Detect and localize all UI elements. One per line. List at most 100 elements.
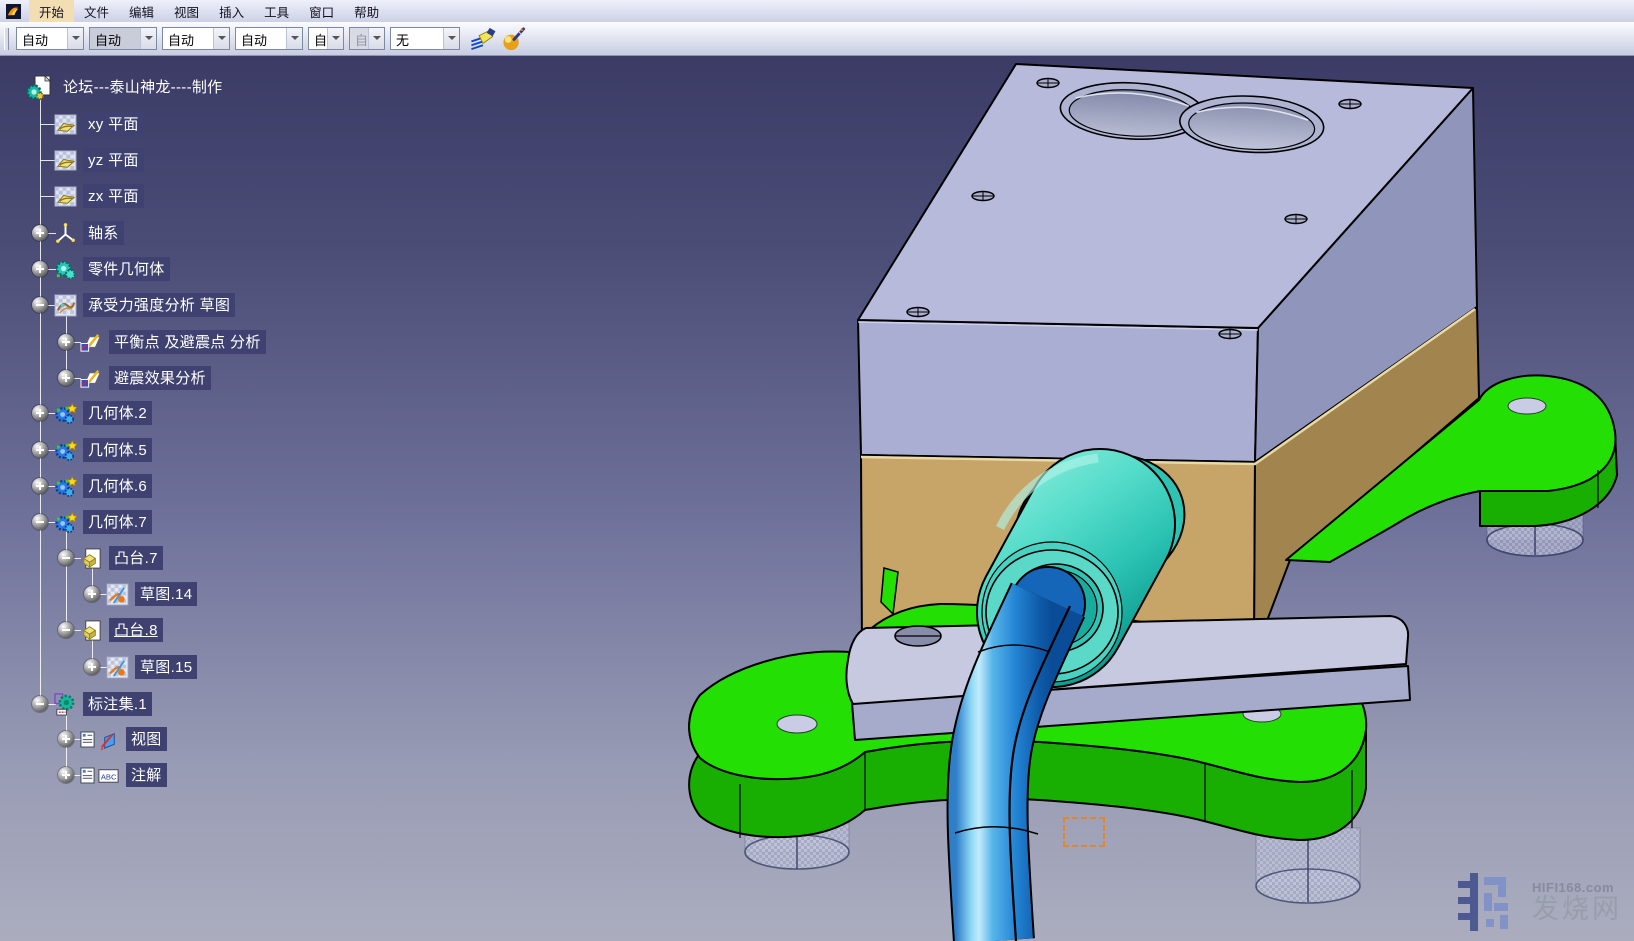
sketch-icon [106,583,129,606]
tree-item-label: 零件几何体 [83,257,170,281]
menu-start[interactable]: 开始 [29,0,74,23]
menu-window[interactable]: 窗口 [299,0,344,23]
tree-item-xy-plane[interactable]: xy 平面 [0,111,144,137]
tree-item-analysis-sketch[interactable]: 承受力强度分析 草图 [0,292,235,318]
chevron-down-icon[interactable] [140,28,156,49]
tree-item-label: xy 平面 [83,112,144,136]
chevron-down-icon[interactable] [286,28,302,49]
tree-item-label: 视图 [126,727,167,751]
part-icon [26,74,52,100]
tree-item-axis-system[interactable]: 轴系 [0,220,124,246]
app-icon[interactable] [6,4,21,19]
3d-viewport[interactable]: 论坛---泰山神龙----制作 xy 平面 [0,55,1634,941]
watermark-site: HIFI168.com [1532,881,1622,894]
axis-icon [54,222,77,245]
specification-tree: 论坛---泰山神龙----制作 xy 平面 [0,55,420,941]
tree-item-body5[interactable]: 几何体.5 [0,437,152,463]
menu-insert[interactable]: 插入 [209,0,254,23]
combo-value: 自动 [90,28,140,49]
list-icon [80,731,95,748]
body-icon [54,439,77,462]
tree-item-label: 凸台.8 [109,618,163,642]
line-type-combo[interactable]: 自动 [235,27,303,50]
tree-item-root[interactable]: 论坛---泰山神龙----制作 [0,74,227,100]
chevron-down-icon [368,28,384,49]
tree-item-zx-plane[interactable]: zx 平面 [0,183,144,209]
tree-item-annotation-set[interactable]: 标注集.1 [0,691,152,717]
line-weight-combo[interactable]: 自动 [308,27,344,50]
svg-text:ABC: ABC [101,772,117,781]
tree-item-body7[interactable]: 几何体.7 [0,509,152,535]
opacity-combo[interactable]: 自动 [89,27,157,50]
tree-item-body2[interactable]: 几何体.2 [0,400,152,426]
tree-item-yz-plane[interactable]: yz 平面 [0,147,144,173]
body-icon [54,402,77,425]
menu-bar: 开始 文件 编辑 视图 插入 工具 窗口 帮助 [0,0,1634,23]
tree-item-partbody[interactable]: 零件几何体 [0,256,170,282]
tree-item-label: 论坛---泰山神龙----制作 [58,75,227,99]
combo-value: 自动 [17,28,67,49]
graphic-properties-toolbar: 自动 自动 自动 自动 自动 自动 无 [0,22,1634,56]
catia-window: 开始 文件 编辑 视图 插入 工具 窗口 帮助 自动 自动 自动 自动 自动 [0,0,1634,941]
plane-icon [54,185,77,208]
box-front-face [858,320,1258,462]
tree-item-damping-analysis[interactable]: 避震效果分析 [0,365,211,391]
tree-item-label: 注解 [126,763,167,787]
combo-value: 自动 [163,28,213,49]
tree-item-sketch15[interactable]: 草图.15 [0,654,197,680]
notes-icon: ABC [97,764,120,787]
chevron-down-icon[interactable] [213,28,229,49]
tree-item-label: 平衡点 及避震点 分析 [109,330,266,354]
tree-item-label: 凸台.7 [109,546,163,570]
tree-item-pad7[interactable]: 凸台.7 [0,545,163,571]
menu-tools[interactable]: 工具 [254,0,299,23]
views-icon [97,728,120,751]
tree-item-pad8[interactable]: 凸台.8 [0,617,163,643]
part-geometry-icon [54,258,77,281]
tree-item-label: 避震效果分析 [109,366,211,390]
tree-item-label: 几何体.2 [83,401,152,425]
rendering-style-combo[interactable]: 无 [390,27,460,50]
sketch-pen-icon [80,367,103,390]
line-color-combo[interactable]: 自动 [162,27,230,50]
chevron-down-icon[interactable] [67,28,83,49]
menu-edit[interactable]: 编辑 [119,0,164,23]
menu-file[interactable]: 文件 [74,0,119,23]
selection-marquee [1063,817,1105,847]
tree-item-views[interactable]: 视图 [0,726,167,752]
plane-icon [54,149,77,172]
combo-value: 自动 [236,28,286,49]
tree-item-label: 草图.15 [135,655,197,679]
hifi168-logo-icon [1458,873,1524,931]
paintbrush-icon[interactable] [469,26,496,52]
tree-item-notes[interactable]: ABC 注解 [0,762,167,788]
body-icon [54,511,77,534]
menu-help[interactable]: 帮助 [344,0,389,23]
tree-item-label: yz 平面 [83,148,144,172]
chevron-down-icon[interactable] [443,28,459,49]
tree-item-label: zx 平面 [83,184,144,208]
combo-value: 自动 [350,28,368,49]
sketch-pen-icon [80,331,103,354]
tree-item-label: 承受力强度分析 草图 [83,293,235,317]
fill-color-combo[interactable]: 自动 [16,27,84,50]
watermark-brand: 发烧网 [1532,896,1622,923]
sketch-icon [106,656,129,679]
chevron-down-icon[interactable] [327,28,343,49]
menu-view[interactable]: 视图 [164,0,209,23]
list-icon [80,767,95,784]
pad-icon [80,547,103,570]
watermark: HIFI168.com 发烧网 [1458,873,1622,931]
tree-item-label: 标注集.1 [83,692,152,716]
body-icon [54,475,77,498]
tree-item-label: 轴系 [83,221,124,245]
point-symbol-combo: 自动 [349,27,385,50]
plane-icon [54,113,77,136]
combo-value: 自动 [309,28,327,49]
tree-item-body6[interactable]: 几何体.6 [0,473,152,499]
annotation-set-icon [54,693,77,716]
apply-material-icon[interactable] [500,26,527,52]
tree-item-balance-analysis[interactable]: 平衡点 及避震点 分析 [0,329,266,355]
toolbar-drag-handle[interactable] [4,28,9,50]
tree-item-sketch14[interactable]: 草图.14 [0,581,197,607]
